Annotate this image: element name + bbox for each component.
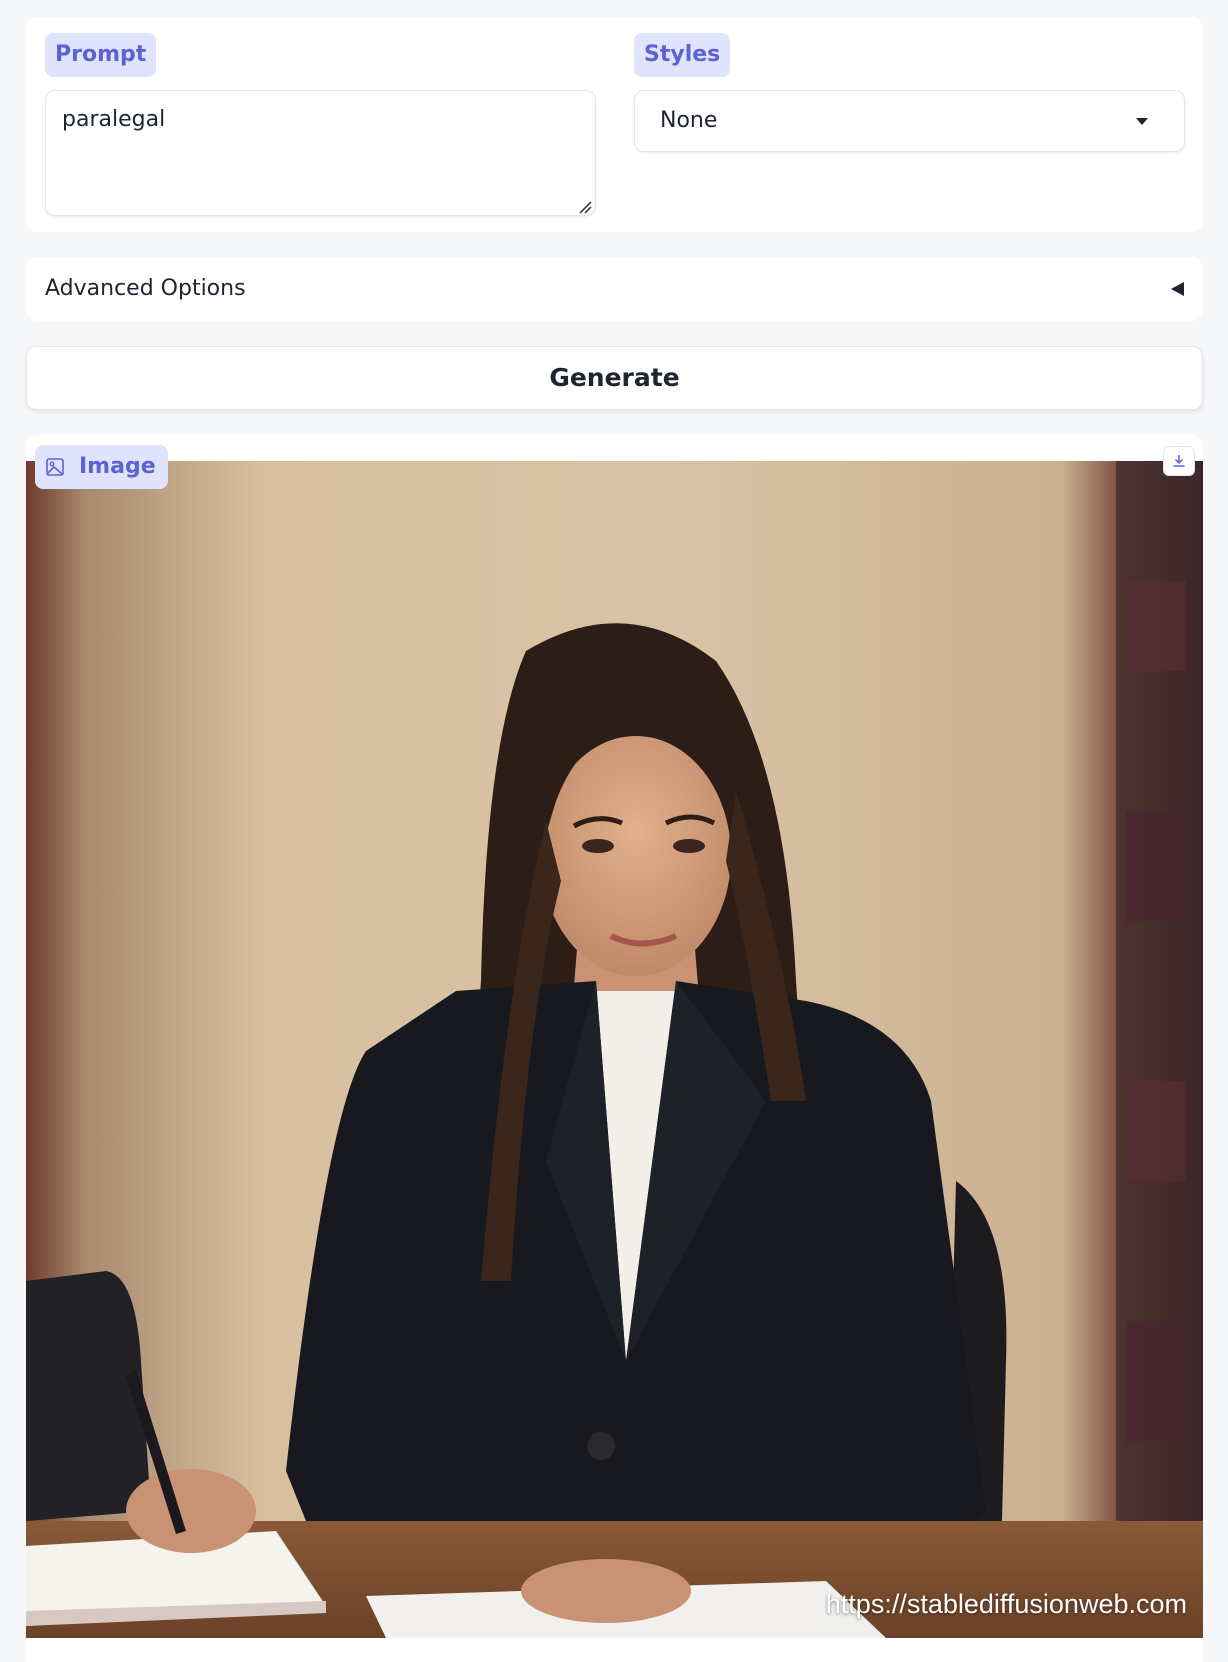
collapse-arrow-icon [1171,282,1184,296]
styles-label: Styles [634,33,731,77]
advanced-options-title: Advanced Options [45,276,246,301]
image-label: Image [35,445,168,489]
resize-handle-icon[interactable] [578,200,592,214]
generated-image: https://stablediffusionweb.com [26,461,1203,1638]
prompt-label: Prompt [45,33,157,77]
generate-button[interactable]: Generate [26,346,1203,410]
styles-selected-value: None [660,108,718,133]
download-button[interactable] [1163,446,1195,476]
input-panel: Prompt paralegal Styles None [26,17,1203,232]
styles-dropdown[interactable]: None [634,90,1185,152]
advanced-options-accordion[interactable]: Advanced Options [26,257,1203,321]
image-label-text: Image [79,454,156,479]
image-icon [46,458,64,476]
download-icon [1173,455,1185,467]
image-watermark: https://stablediffusionweb.com [825,1589,1187,1619]
chevron-down-icon [1136,118,1148,125]
prompt-input[interactable]: paralegal [45,90,596,216]
